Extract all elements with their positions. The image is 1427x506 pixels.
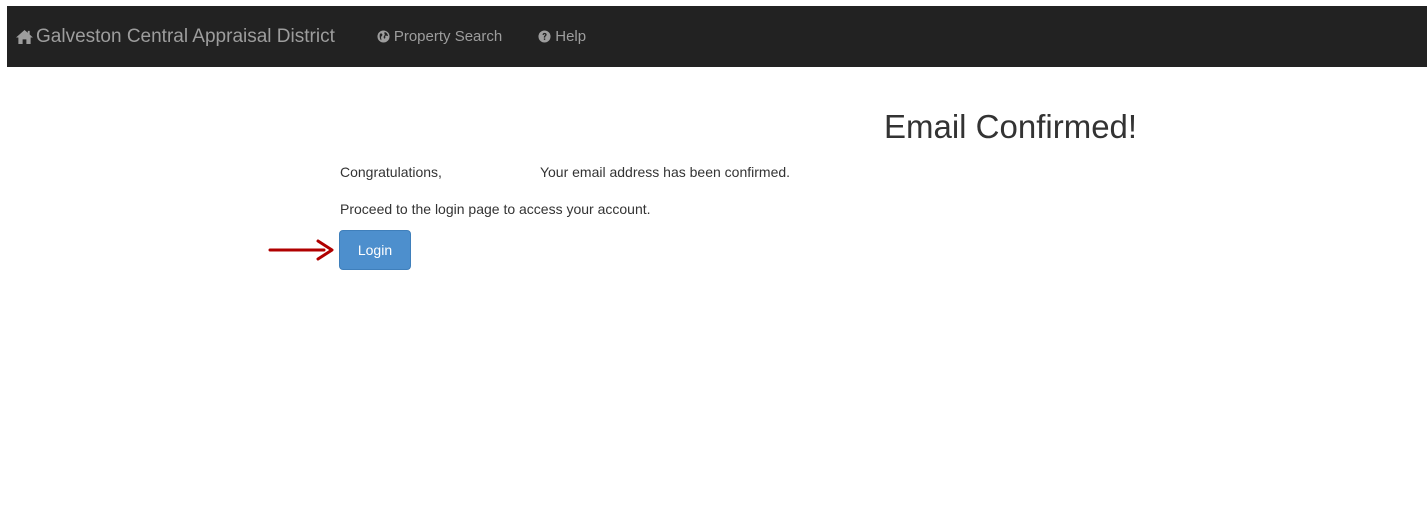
nav-help-label: Help — [555, 28, 587, 45]
globe-icon — [377, 30, 390, 43]
page-title: Email Confirmed! — [884, 108, 1138, 145]
nav-help[interactable]: Help — [538, 28, 586, 45]
home-icon — [16, 29, 33, 44]
confirmation-text: Congratulations, Your email address has b… — [340, 164, 790, 180]
confirmed-message: Your email address has been confirmed. — [539, 164, 791, 180]
nav-property-search[interactable]: Property Search — [377, 28, 502, 45]
instruction-text: Proceed to the login page to access your… — [340, 201, 651, 217]
congrats-text: Congratulations, — [340, 164, 442, 180]
top-navbar: Galveston Central Appraisal District Pro… — [7, 6, 1427, 67]
brand-link[interactable]: Galveston Central Appraisal District — [15, 26, 335, 48]
login-button[interactable]: Login — [339, 230, 411, 270]
question-circle-icon — [538, 30, 551, 43]
page: Galveston Central Appraisal District Pro… — [0, 0, 1427, 506]
red-arrow-icon — [268, 239, 334, 261]
nav-property-search-label: Property Search — [393, 28, 503, 45]
brand-label: Galveston Central Appraisal District — [36, 25, 335, 47]
